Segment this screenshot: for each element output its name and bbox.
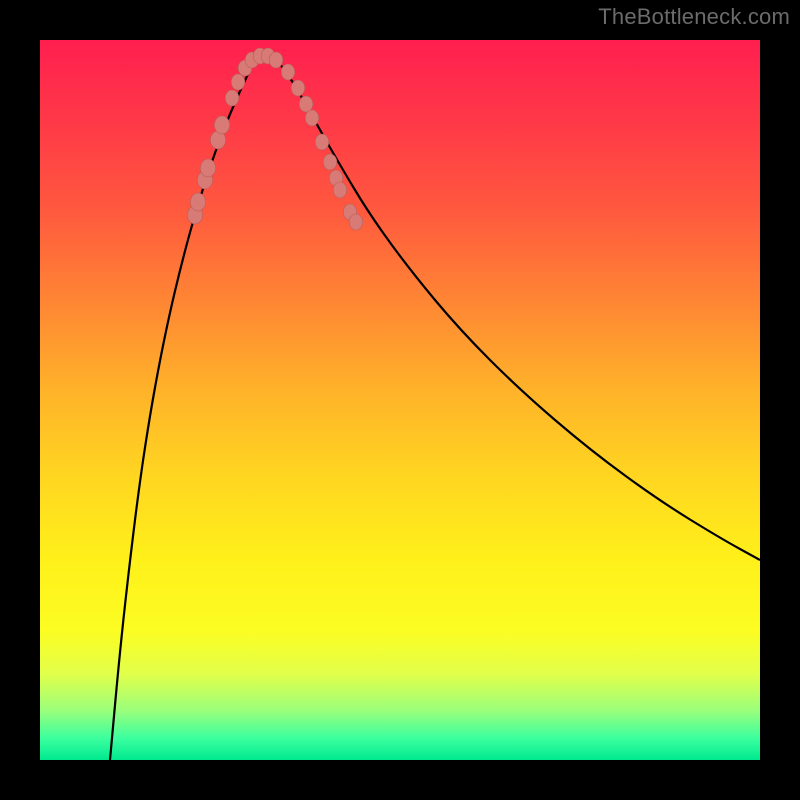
scatter-dot [333,182,347,198]
scatter-dot [315,134,329,150]
scatter-dot [269,52,283,68]
scatter-dot [349,214,363,230]
scatter-dot [231,74,245,90]
watermark-text: TheBottleneck.com [598,4,790,30]
scatter-dot [214,116,229,134]
curve-left-branch [110,60,254,760]
curve-right-branch [276,60,760,560]
scatter-dot [225,90,239,106]
scatter-dot [281,64,295,80]
scatter-dot [299,96,313,112]
scatter-dot [305,110,319,126]
scatter-dot [200,159,215,177]
scatter-dot [190,193,205,211]
scatter-dot [323,154,337,170]
scatter-dots [187,48,362,230]
chart-frame: TheBottleneck.com [0,0,800,800]
chart-svg [40,40,760,760]
scatter-dot [291,80,305,96]
plot-area [40,40,760,760]
